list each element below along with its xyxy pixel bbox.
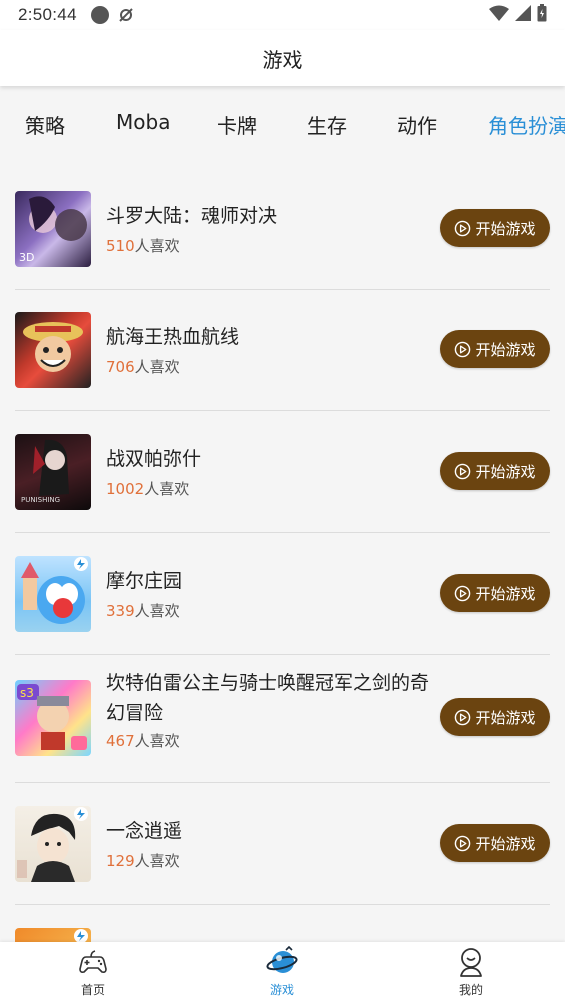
game-icon-onepiece[interactable] <box>15 312 91 388</box>
game-name: 斗罗大陆：魂师对决 <box>106 205 278 227</box>
likes-suffix: 人喜欢 <box>144 480 190 498</box>
start-game-label: 开始游戏 <box>475 340 536 359</box>
category-tabs: 策略 Moba 卡牌 生存 动作 角色扮演 <box>0 86 565 160</box>
likes-count: 339人喜欢 <box>106 600 180 621</box>
nav-label-mine: 我的 <box>458 983 483 997</box>
status-bar: 2:50:44 <box>0 0 565 30</box>
wifi-icon <box>489 5 509 26</box>
game-icon-canterbury[interactable]: s3 <box>15 680 91 756</box>
nav-item-home[interactable]: 首页 <box>43 946 143 1004</box>
game-row <box>0 905 565 942</box>
start-game-button[interactable]: 开始游戏 <box>440 209 550 247</box>
start-game-button[interactable]: 开始游戏 <box>440 452 550 490</box>
game-row: 3D 斗罗大陆：魂师对决 510人喜欢 开始游戏 <box>0 160 565 290</box>
likes-suffix: 人喜欢 <box>134 852 180 870</box>
tab-moba[interactable]: Moba <box>116 110 170 134</box>
start-game-button[interactable]: 开始游戏 <box>440 698 550 736</box>
likes-count: 129人喜欢 <box>106 850 180 871</box>
game-name: 摩尔庄园 <box>106 570 183 592</box>
play-circle-icon <box>455 585 471 601</box>
game-row: 摩尔庄园 339人喜欢 开始游戏 <box>0 533 565 655</box>
signal-icon <box>515 4 531 26</box>
game-icon-mole[interactable] <box>15 556 91 632</box>
game-icon-yinian[interactable] <box>15 806 91 882</box>
likes-number: 510 <box>106 237 135 255</box>
start-game-label: 开始游戏 <box>475 462 536 481</box>
cast-icon <box>118 7 134 23</box>
start-game-label: 开始游戏 <box>475 834 536 853</box>
tab-rpg[interactable]: 角色扮演 <box>488 110 565 139</box>
play-circle-icon <box>455 341 471 357</box>
likes-count: 706人喜欢 <box>106 356 180 377</box>
bottom-nav: 首页 游戏 我的 <box>0 942 565 1004</box>
game-row: PUNISHING 战双帕弥什 1002人喜欢 开始游戏 <box>0 411 565 533</box>
likes-number: 339 <box>106 602 135 620</box>
play-circle-icon <box>455 835 471 851</box>
tab-action[interactable]: 动作 <box>397 110 437 139</box>
game-row: s3 坎特伯雷公主与骑士唤醒冠军之剑的奇幻冒险 467人喜欢 开始游戏 <box>0 655 565 783</box>
tab-survival[interactable]: 生存 <box>307 110 347 139</box>
start-game-label: 开始游戏 <box>475 219 536 238</box>
start-game-button[interactable]: 开始游戏 <box>440 330 550 368</box>
svg-text:s3: s3 <box>20 686 34 700</box>
user-icon <box>460 948 482 977</box>
nav-item-mine[interactable]: 我的 <box>421 946 521 1004</box>
game-row: 航海王热血航线 706人喜欢 开始游戏 <box>0 290 565 411</box>
likes-suffix: 人喜欢 <box>134 358 180 376</box>
game-icon-partial[interactable] <box>15 928 91 942</box>
game-icon-punishing[interactable]: PUNISHING <box>15 434 91 510</box>
svg-text:3D: 3D <box>19 251 34 264</box>
start-game-label: 开始游戏 <box>475 584 536 603</box>
likes-suffix: 人喜欢 <box>134 602 180 620</box>
game-icon-douluo[interactable]: 3D <box>15 191 91 267</box>
app-header: 游戏 <box>0 30 565 86</box>
game-planet-icon <box>266 946 298 973</box>
likes-count: 467人喜欢 <box>106 730 180 751</box>
start-game-button[interactable]: 开始游戏 <box>440 824 550 862</box>
nav-item-games[interactable]: 游戏 <box>232 946 332 1004</box>
game-name: 战双帕弥什 <box>106 448 202 470</box>
likes-count: 510人喜欢 <box>106 235 180 256</box>
tab-strategy[interactable]: 策略 <box>25 110 65 139</box>
likes-number: 1002 <box>106 480 145 498</box>
status-time: 2:50:44 <box>18 5 77 24</box>
start-game-button[interactable]: 开始游戏 <box>440 574 550 612</box>
likes-suffix: 人喜欢 <box>134 732 180 750</box>
nav-label-games: 游戏 <box>269 983 294 997</box>
gamepad-icon <box>79 950 107 973</box>
likes-number: 706 <box>106 358 135 376</box>
play-circle-icon <box>455 220 471 236</box>
likes-count: 1002人喜欢 <box>106 478 189 499</box>
likes-suffix: 人喜欢 <box>134 237 180 255</box>
likes-number: 129 <box>106 852 135 870</box>
notification-dot-icon <box>90 6 109 24</box>
nav-label-home: 首页 <box>80 983 105 997</box>
start-game-label: 开始游戏 <box>475 708 536 727</box>
page-title: 游戏 <box>262 47 303 72</box>
game-name: 一念逍遥 <box>106 820 183 842</box>
tab-card[interactable]: 卡牌 <box>217 110 257 139</box>
game-name: 坎特伯雷公主与骑士唤醒冠军之剑的奇幻冒险 <box>106 672 430 724</box>
svg-text:PUNISHING: PUNISHING <box>21 496 60 504</box>
play-circle-icon <box>455 709 471 725</box>
game-row: 一念逍遥 129人喜欢 开始游戏 <box>0 783 565 905</box>
likes-number: 467 <box>106 732 135 750</box>
battery-icon <box>537 3 547 27</box>
game-name: 航海王热血航线 <box>106 326 240 348</box>
play-circle-icon <box>455 463 471 479</box>
